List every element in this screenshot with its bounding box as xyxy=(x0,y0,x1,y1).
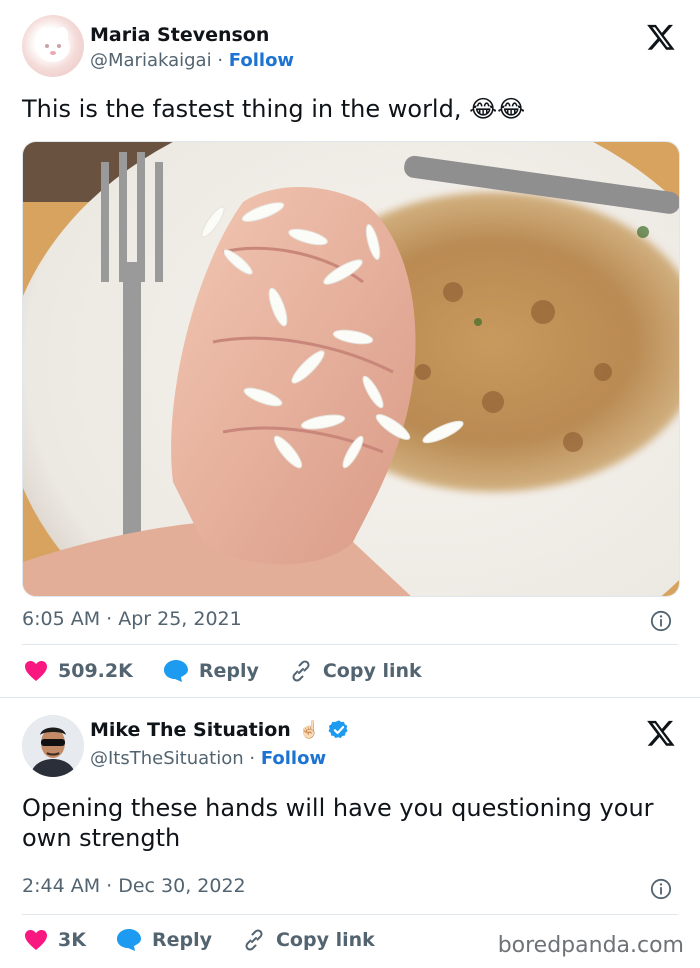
author-name[interactable]: Mike The Situation xyxy=(90,719,291,741)
avatar-image xyxy=(22,715,84,777)
author-name-row: Maria Stevenson xyxy=(90,24,269,46)
x-logo-icon[interactable] xyxy=(646,22,676,52)
copy-link-button[interactable]: Copy link xyxy=(289,659,422,683)
avatar[interactable] xyxy=(22,715,84,777)
follow-link[interactable]: Follow xyxy=(261,748,326,769)
like-button[interactable]: 3K xyxy=(24,929,86,951)
copy-link-label: Copy link xyxy=(322,660,422,682)
handle-row: @Mariakaigai · Follow xyxy=(90,50,294,71)
tweet-timestamp[interactable]: 6:05 AM · Apr 25, 2021 xyxy=(22,608,242,630)
copy-link-label: Copy link xyxy=(275,929,375,951)
info-icon[interactable] xyxy=(650,878,672,900)
tweet-photo[interactable] xyxy=(22,141,680,597)
author-name[interactable]: Maria Stevenson xyxy=(90,24,269,46)
name-emoji: ☝🏻 xyxy=(298,720,321,740)
reply-label: Reply xyxy=(198,660,259,682)
x-logo-icon[interactable] xyxy=(646,718,676,748)
divider xyxy=(22,914,678,915)
heart-icon xyxy=(25,661,47,681)
author-handle[interactable]: @ItsTheSituation xyxy=(90,748,244,769)
separator: · xyxy=(217,50,224,71)
like-button[interactable]: 509.2K xyxy=(24,660,133,682)
info-icon[interactable] xyxy=(650,610,672,632)
photo-baby-fist-rice xyxy=(23,142,679,596)
author-handle[interactable]: @Mariakaigai xyxy=(90,50,212,71)
reply-button[interactable]: Reply xyxy=(163,659,259,683)
avatar-image xyxy=(36,27,70,62)
link-icon xyxy=(245,929,263,951)
action-bar: 509.2K Reply Copy link xyxy=(24,659,452,683)
reply-label: Reply xyxy=(151,929,212,951)
action-bar: 3K Reply Copy link xyxy=(24,928,405,952)
tweet-text: This is the fastest thing in the world, … xyxy=(22,95,526,123)
copy-link-button[interactable]: Copy link xyxy=(242,928,375,952)
tweet-card-2: Mike The Situation ☝🏻 @ItsTheSituation ·… xyxy=(0,697,700,968)
separator: · xyxy=(249,748,256,769)
watermark: boredpanda.com xyxy=(497,933,684,958)
verified-badge-icon xyxy=(328,720,348,739)
link-icon xyxy=(292,660,310,682)
like-count: 3K xyxy=(58,929,86,951)
handle-row: @ItsTheSituation · Follow xyxy=(90,748,326,769)
reply-bubble-icon xyxy=(163,660,188,682)
reply-button[interactable]: Reply xyxy=(116,928,212,952)
divider xyxy=(22,644,678,645)
tweet-card-1: Maria Stevenson @Mariakaigai · Follow Th… xyxy=(0,0,700,697)
tweet-timestamp[interactable]: 2:44 AM · Dec 30, 2022 xyxy=(22,875,246,897)
follow-link[interactable]: Follow xyxy=(229,50,294,71)
reply-bubble-icon xyxy=(116,929,141,951)
like-count: 509.2K xyxy=(58,660,133,682)
tweet-text: Opening these hands will have you questi… xyxy=(22,794,654,852)
author-name-row: Mike The Situation ☝🏻 xyxy=(90,719,350,741)
avatar[interactable] xyxy=(22,15,84,77)
heart-icon xyxy=(25,930,47,950)
